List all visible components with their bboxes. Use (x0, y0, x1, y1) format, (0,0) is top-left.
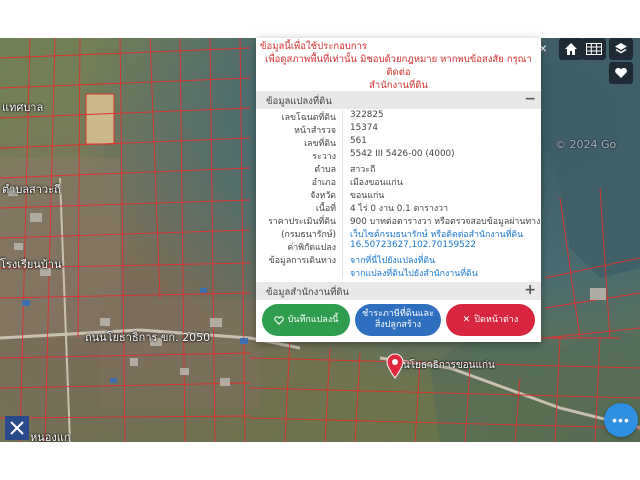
disclaimer-notice: ข้อมูลนี้เพื่อใช้ประกอบการ เพื่อดูสภาพพื… (256, 40, 541, 92)
map-label-village2: ตำบลสาวะถี (2, 183, 61, 196)
row-value: 4 ไร่ 0 งาน 0.1 ตารางวา (342, 201, 541, 214)
heart-outline-icon (273, 315, 284, 325)
map-watermark: © 2024 Go (555, 138, 617, 151)
info-row: ตำบล สาวะถี (256, 162, 541, 175)
row-value: 900 บาทต่อตารางวา หรือตรวจสอบข้อมูลผ่านท… (342, 214, 541, 227)
notice-line1: ข้อมูลนี้เพื่อใช้ประกอบการ (260, 41, 367, 52)
save-parcel-label: บันทึกแปลงนี้ (287, 314, 339, 325)
treasury-website-link[interactable]: เว็บไซต์กรมธนารักษ์ หรือติดต่อสำนักงานที… (342, 227, 541, 240)
parcel-info-table: เลขโฉนดที่ดิน 322825 หน้าสำรวจ 15374 เลขที… (256, 110, 541, 279)
expand-icon[interactable]: + (524, 282, 536, 298)
map-label-road2: ถนนโยธาธิการขอนแก่น (390, 360, 495, 371)
map-label-village3: โรงเรียนบ้าน (0, 258, 62, 271)
close-icon: ✕ (462, 314, 471, 325)
row-value: 561 (342, 136, 541, 149)
row-label: (กรมธนารักษ์) (281, 230, 336, 240)
coordinates-link[interactable]: 16.50723627,102.70159522 (342, 240, 541, 253)
parcel-info-popup: ข้อมูลนี้เพื่อใช้ประกอบการ เพื่อดูสภาพพื… (256, 38, 541, 342)
map-label-road1: ถนนโยธาธิการ ขก. 2050 (85, 331, 211, 344)
info-row: จังหวัด ขอนแก่น (256, 188, 541, 201)
row-label: ระวาง (312, 152, 336, 162)
close-window-label: ปิดหน้าต่าง (474, 314, 519, 325)
parcel-section-header[interactable]: ข้อมูลแปลงที่ดิน − (256, 91, 541, 109)
row-label: จังหวัด (310, 191, 336, 201)
row-label (256, 266, 342, 279)
info-row: จากแปลงที่ดินไปยังสำนักงานที่ดิน (256, 266, 541, 279)
directions-to-office-link[interactable]: จากแปลงที่ดินไปยังสำนักงานที่ดิน (342, 266, 541, 279)
info-row: ราคาประเมินที่ดิน 900 บาทต่อตารางวา หรือต… (256, 214, 541, 227)
info-row: ระวาง 5542 III 5426-00 (4000) (256, 149, 541, 162)
row-label: ข้อมูลการเดินทาง (268, 256, 336, 266)
info-row: เลขที่ดิน 561 (256, 136, 541, 149)
info-row: เนื้อที่ 4 ไร่ 0 งาน 0.1 ตารางวา (256, 201, 541, 214)
info-row: อำเภอ เมืองขอนแก่น (256, 175, 541, 188)
row-value: ขอนแก่น (342, 188, 541, 201)
row-label: เนื้อที่ (315, 204, 336, 214)
layers-icon[interactable] (609, 38, 633, 60)
directions-to-parcel-link[interactable]: จากที่นี่ไปยังแปลงที่ดิน (342, 253, 541, 266)
info-row: (กรมธนารักษ์) เว็บไซต์กรมธนารักษ์ หรือติด… (256, 227, 541, 240)
collapse-icon[interactable]: − (524, 91, 536, 107)
row-label: อำเภอ (311, 178, 336, 188)
info-row: ข้อมูลการเดินทาง จากที่นี่ไปยังแปลงที่ดิน (256, 253, 541, 266)
map-label-village5: หนองแก (30, 431, 71, 442)
parcel-section-title: ข้อมูลแปลงที่ดิน (266, 96, 332, 107)
row-value: 5542 III 5426-00 (4000) (342, 149, 541, 162)
location-pin-icon[interactable] (386, 353, 404, 379)
row-label: ค่าพิกัดแปลง (287, 243, 336, 253)
notice-line2: เพื่อดูสภาพพื้นที่เท่านั้น มิชอบด้วยกฎหม… (265, 54, 532, 78)
office-section-header[interactable]: ข้อมูลสำนักงานที่ดิน + (256, 282, 541, 300)
info-row: ค่าพิกัดแปลง 16.50723627,102.70159522 (256, 240, 541, 253)
row-value: 322825 (342, 110, 541, 123)
grid-icon[interactable] (582, 38, 606, 60)
info-row: หน้าสำรวจ 15374 (256, 123, 541, 136)
tools-icon[interactable] (5, 416, 29, 440)
row-label: เลขโฉนดที่ดิน (281, 113, 336, 123)
home-icon[interactable] (559, 38, 583, 60)
map-label-village1: แทศบาล (2, 101, 44, 114)
row-value: 15374 (342, 123, 541, 136)
row-value: สาวะถี (342, 162, 541, 175)
row-label: หน้าสำรวจ (294, 126, 336, 136)
close-window-button[interactable]: ✕ ปิดหน้าต่าง (446, 304, 535, 336)
heart-icon[interactable] (609, 62, 633, 84)
office-section-title: ข้อมูลสำนักงานที่ดิน (266, 287, 350, 298)
row-label: ตำบล (314, 165, 336, 175)
info-row: เลขโฉนดที่ดิน 322825 (256, 110, 541, 123)
row-label: ราคาประเมินที่ดิน (268, 217, 336, 227)
pay-tax-label: ชำระภาษีที่ดินและสิ่งปลูกสร้าง (362, 309, 434, 330)
save-parcel-button[interactable]: บันทึกแปลงนี้ (262, 304, 350, 336)
more-menu-button[interactable]: ••• (604, 403, 638, 437)
row-label: เลขที่ดิน (304, 139, 336, 149)
pay-tax-button[interactable]: ชำระภาษีที่ดินและสิ่งปลูกสร้าง (355, 304, 441, 336)
row-value: เมืองขอนแก่น (342, 175, 541, 188)
